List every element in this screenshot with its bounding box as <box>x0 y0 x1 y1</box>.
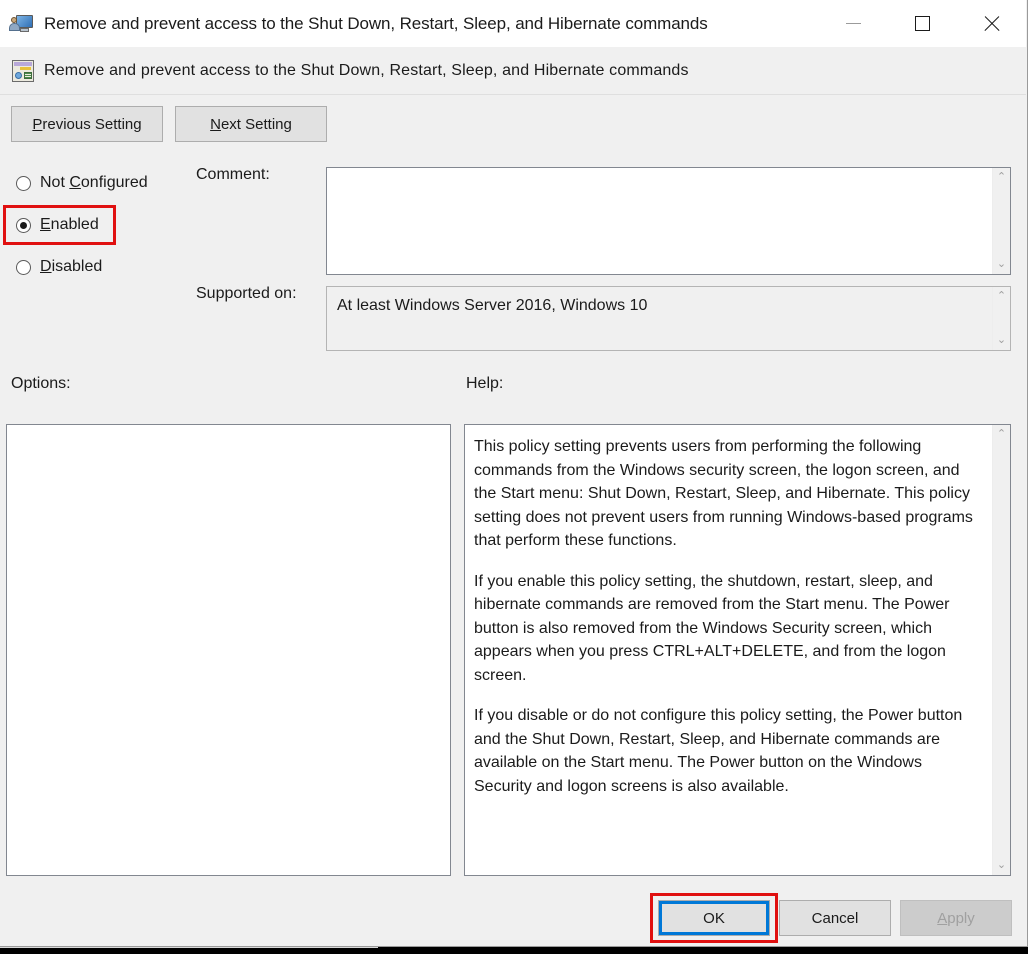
title-bar: Remove and prevent access to the Shut Do… <box>0 0 1026 47</box>
radio-disabled-label: Disabled <box>40 258 103 275</box>
window-controls <box>819 0 1026 47</box>
help-scrollbar[interactable]: ⌃ ⌄ <box>992 425 1010 875</box>
radio-enabled[interactable]: Enabled <box>0 212 99 238</box>
scroll-down-icon[interactable]: ⌄ <box>997 335 1006 346</box>
close-button[interactable] <box>957 0 1026 47</box>
scroll-down-icon[interactable]: ⌄ <box>997 860 1006 871</box>
previous-setting-label: revious Setting <box>42 115 142 133</box>
radio-not-configured[interactable]: Not Configured <box>0 170 148 196</box>
help-label: Help: <box>466 375 504 392</box>
policy-window-icon <box>9 12 34 36</box>
previous-setting-button[interactable]: Previous Setting <box>11 106 163 142</box>
scroll-up-icon[interactable]: ⌃ <box>997 172 1006 183</box>
help-paragraph: If you disable or do not configure this … <box>474 707 963 795</box>
supported-on-scrollbar[interactable]: ⌃ ⌄ <box>992 287 1010 350</box>
help-panel: This policy setting prevents users from … <box>464 424 1011 876</box>
help-paragraph: This policy setting prevents users from … <box>474 438 973 550</box>
close-icon <box>983 15 1000 32</box>
radio-enabled-indicator <box>16 217 31 233</box>
setting-title: Remove and prevent access to the Shut Do… <box>44 61 689 79</box>
options-label: Options: <box>11 375 71 392</box>
apply-button: Apply <box>900 900 1012 936</box>
options-panel[interactable] <box>6 424 451 876</box>
dialog-header: Remove and prevent access to the Shut Do… <box>0 47 1026 95</box>
window-title: Remove and prevent access to the Shut Do… <box>44 13 708 33</box>
minimize-icon <box>846 23 861 24</box>
help-paragraph: If you enable this policy setting, the s… <box>474 572 950 684</box>
maximize-icon <box>915 16 930 31</box>
supported-on-value: At least Windows Server 2016, Windows 10 <box>337 297 648 314</box>
scroll-down-icon[interactable]: ⌄ <box>997 259 1006 270</box>
comment-input[interactable] <box>327 168 992 274</box>
screen: Remove and prevent access to the Shut Do… <box>0 0 1028 954</box>
admin-template-icon <box>12 59 34 82</box>
next-setting-button[interactable]: Next Setting <box>175 106 327 142</box>
supported-on-label: Supported on: <box>196 285 297 302</box>
maximize-button[interactable] <box>888 0 957 47</box>
cancel-button[interactable]: Cancel <box>779 900 891 936</box>
comment-label: Comment: <box>196 166 270 183</box>
radio-enabled-label: Enabled <box>40 216 99 233</box>
options-content <box>7 425 450 875</box>
next-setting-label: ext Setting <box>220 115 292 133</box>
radio-disabled-indicator <box>16 259 31 275</box>
comment-scrollbar[interactable]: ⌃ ⌄ <box>992 168 1010 274</box>
next-setting-accel: N <box>210 115 221 133</box>
policy-setting-dialog: Remove and prevent access to the Shut Do… <box>0 0 1028 947</box>
ok-button[interactable]: OK <box>658 900 770 936</box>
scroll-up-icon[interactable]: ⌃ <box>997 429 1006 440</box>
supported-on-field: At least Windows Server 2016, Windows 10… <box>326 286 1011 351</box>
previous-setting-accel: P <box>32 115 43 133</box>
radio-disabled[interactable]: Disabled <box>0 254 102 280</box>
apply-accel: A <box>937 909 948 927</box>
radio-not-configured-label: Not Configured <box>40 174 148 191</box>
minimize-button[interactable] <box>819 0 888 47</box>
help-content: This policy setting prevents users from … <box>465 425 992 875</box>
apply-label: pply <box>947 909 975 927</box>
scroll-up-icon[interactable]: ⌃ <box>997 291 1006 302</box>
comment-field[interactable]: ⌃ ⌄ <box>326 167 1011 275</box>
radio-not-configured-indicator <box>16 175 31 191</box>
